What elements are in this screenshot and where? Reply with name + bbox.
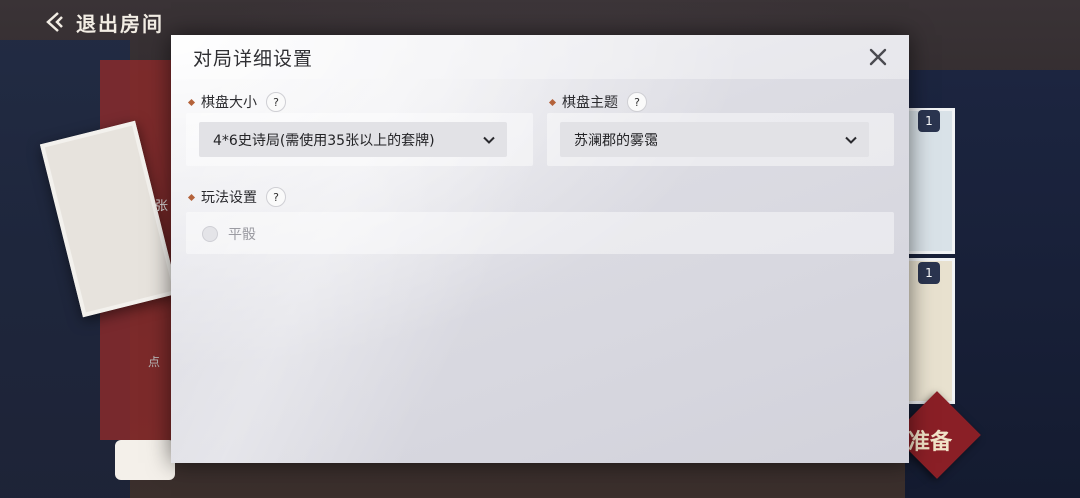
option-flat-dice-label: 平骰 xyxy=(228,227,256,243)
play-settings-help-button[interactable]: ? xyxy=(266,187,286,207)
play-settings-section-label: 玩法设置 ? xyxy=(187,187,286,207)
board-size-value: 4*6史诗局(需使用35张以上的套牌) xyxy=(213,132,435,149)
play-settings-field xyxy=(186,212,894,254)
board-size-help-button[interactable]: ? xyxy=(266,92,286,112)
section-marker-icon xyxy=(187,193,196,201)
play-settings-label: 玩法设置 xyxy=(201,190,257,206)
radio-button[interactable] xyxy=(202,226,218,242)
close-button[interactable] xyxy=(865,44,891,70)
match-settings-dialog: 对局详细设置 棋盘大小 ? 4*6史诗局(需使用35张以上的套牌) 棋盘主题 ?… xyxy=(171,35,909,463)
section-marker-icon xyxy=(548,98,557,106)
dialog-header: 对局详细设置 xyxy=(171,35,909,79)
hint-text-fragment: 点 xyxy=(148,355,161,369)
player-name-fragment: 张 xyxy=(155,199,169,214)
card-count-badge: 1 xyxy=(918,262,940,284)
section-marker-icon xyxy=(187,98,196,106)
option-flat-dice[interactable]: 平骰 xyxy=(202,224,256,244)
board-theme-value: 苏澜郡的雾霭 xyxy=(574,132,658,149)
board-theme-section-label: 棋盘主题 ? xyxy=(548,92,647,112)
exit-room-label: 退出房间 xyxy=(76,11,164,36)
dialog-title: 对局详细设置 xyxy=(193,47,314,70)
exit-arrow-icon xyxy=(46,12,63,32)
left-footer-decor xyxy=(115,440,175,480)
board-theme-select[interactable]: 苏澜郡的雾霭 xyxy=(560,122,869,157)
board-size-label: 棋盘大小 xyxy=(201,95,257,111)
board-theme-label: 棋盘主题 xyxy=(562,95,618,111)
card-count-badge: 1 xyxy=(918,110,940,132)
chevron-down-icon xyxy=(845,136,857,144)
board-size-select[interactable]: 4*6史诗局(需使用35张以上的套牌) xyxy=(199,122,507,157)
ready-button-label: 准备 xyxy=(907,429,952,455)
exit-room-button[interactable]: 退出房间 xyxy=(44,6,164,38)
board-theme-help-button[interactable]: ? xyxy=(627,92,647,112)
board-size-section-label: 棋盘大小 ? xyxy=(187,92,286,112)
close-icon xyxy=(869,48,887,66)
chevron-down-icon xyxy=(483,136,495,144)
